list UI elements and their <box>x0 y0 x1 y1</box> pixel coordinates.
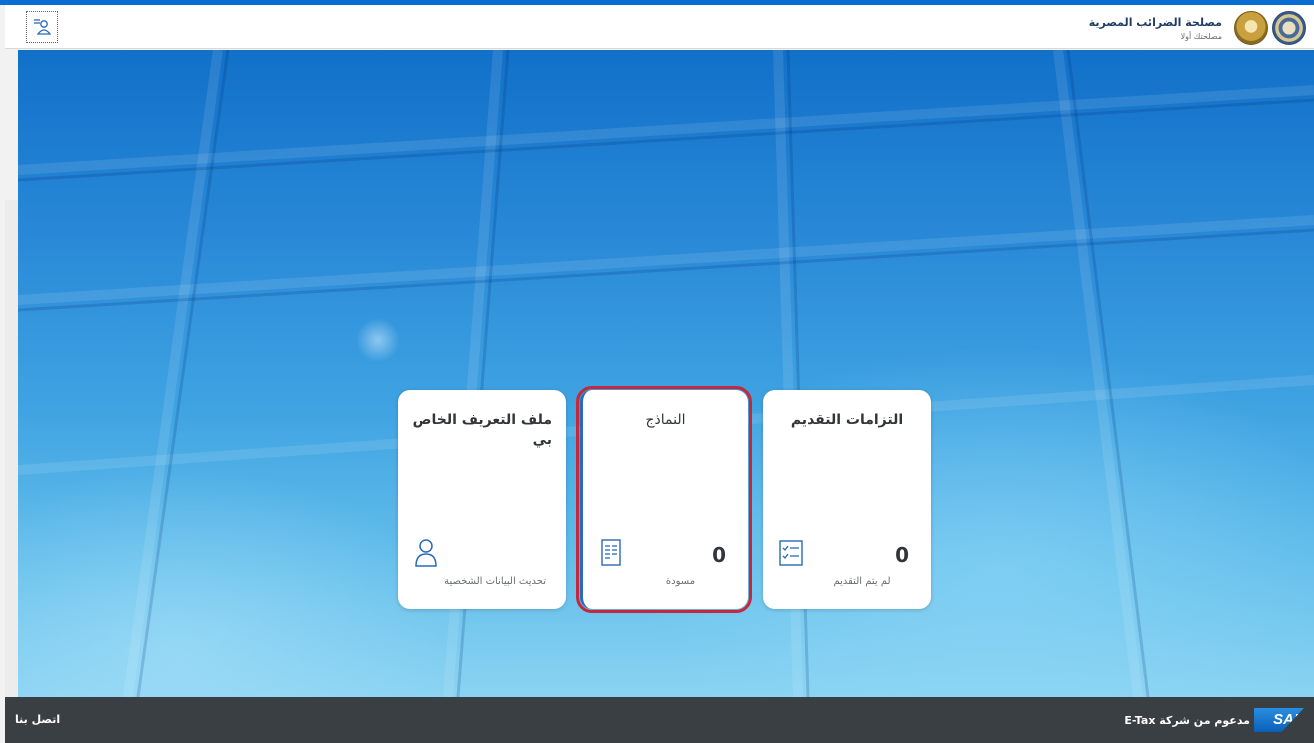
gold-seal-logo <box>1234 11 1268 45</box>
checklist-icon <box>779 540 803 566</box>
powered-by: SAP مدعوم من شركة E-Tax <box>1124 708 1304 732</box>
tile-count: 0 <box>895 543 909 567</box>
brand-title: مصلحة الضرائب المصرية <box>1088 15 1222 29</box>
tile-my-profile[interactable]: ملف التعريف الخاص بي تحديث البيانات الشخ… <box>398 390 566 609</box>
brand-subtitle: مصلحتك أولا <box>1180 31 1222 41</box>
tile-title: النماذج <box>645 412 686 428</box>
shell-footer: اتصل بنا SAP مدعوم من شركة E-Tax <box>5 697 1314 743</box>
person-icon <box>415 539 437 567</box>
tile-footer: تحديث البيانات الشخصية <box>444 576 546 587</box>
shell-header: مصلحة الضرائب المصرية مصلحتك أولا <box>5 5 1314 49</box>
tile-title: التزامات التقديم <box>790 412 904 428</box>
tile-title: ملف التعريف الخاص بي <box>412 412 552 448</box>
document-icon <box>601 539 621 566</box>
eta-seal-logo <box>1272 11 1306 45</box>
user-menu-button[interactable] <box>26 11 58 43</box>
tile-count: 0 <box>712 543 726 567</box>
contact-us-link[interactable]: اتصل بنا <box>15 713 60 726</box>
tile-footer: مسودة <box>665 576 696 587</box>
tile-submission-obligations[interactable]: التزامات التقديم 0 لم يتم التقديم <box>763 390 931 609</box>
tile-footer: لم يتم التقديم <box>833 576 891 587</box>
brand-area[interactable]: مصلحة الضرائب المصرية مصلحتك أولا <box>1089 9 1306 47</box>
powered-by-text: مدعوم من شركة E-Tax <box>1124 713 1250 727</box>
brand-text: مصلحة الضرائب المصرية مصلحتك أولا <box>1089 16 1222 41</box>
tile-forms[interactable]: النماذج 0 مسودة <box>576 386 752 613</box>
sap-logo: SAP <box>1254 708 1304 732</box>
left-gutter <box>5 200 18 697</box>
user-menu-icon <box>34 19 52 35</box>
